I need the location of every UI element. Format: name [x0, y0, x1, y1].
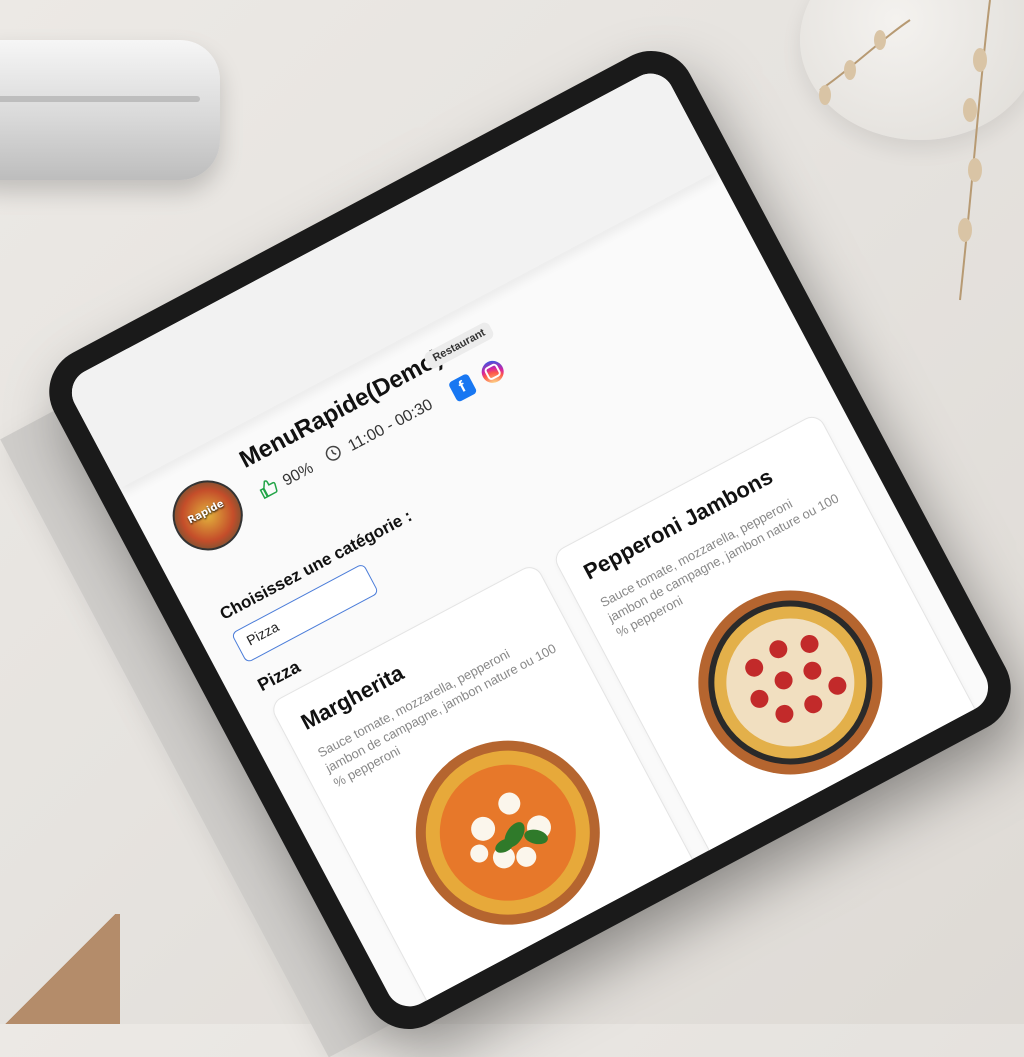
facebook-icon[interactable]: f	[447, 372, 478, 403]
logo-text: Rapide	[186, 498, 226, 527]
social-links: f	[447, 356, 508, 403]
rating-value: 90%	[279, 459, 317, 490]
background-headphones	[0, 40, 220, 180]
thumbs-up-icon	[256, 476, 283, 505]
restaurant-logo: Rapide	[160, 468, 256, 563]
background-wood-corner	[0, 914, 120, 1024]
background-dried-flowers	[819, 0, 991, 301]
clock-icon	[321, 441, 348, 470]
instagram-icon[interactable]	[477, 356, 508, 387]
